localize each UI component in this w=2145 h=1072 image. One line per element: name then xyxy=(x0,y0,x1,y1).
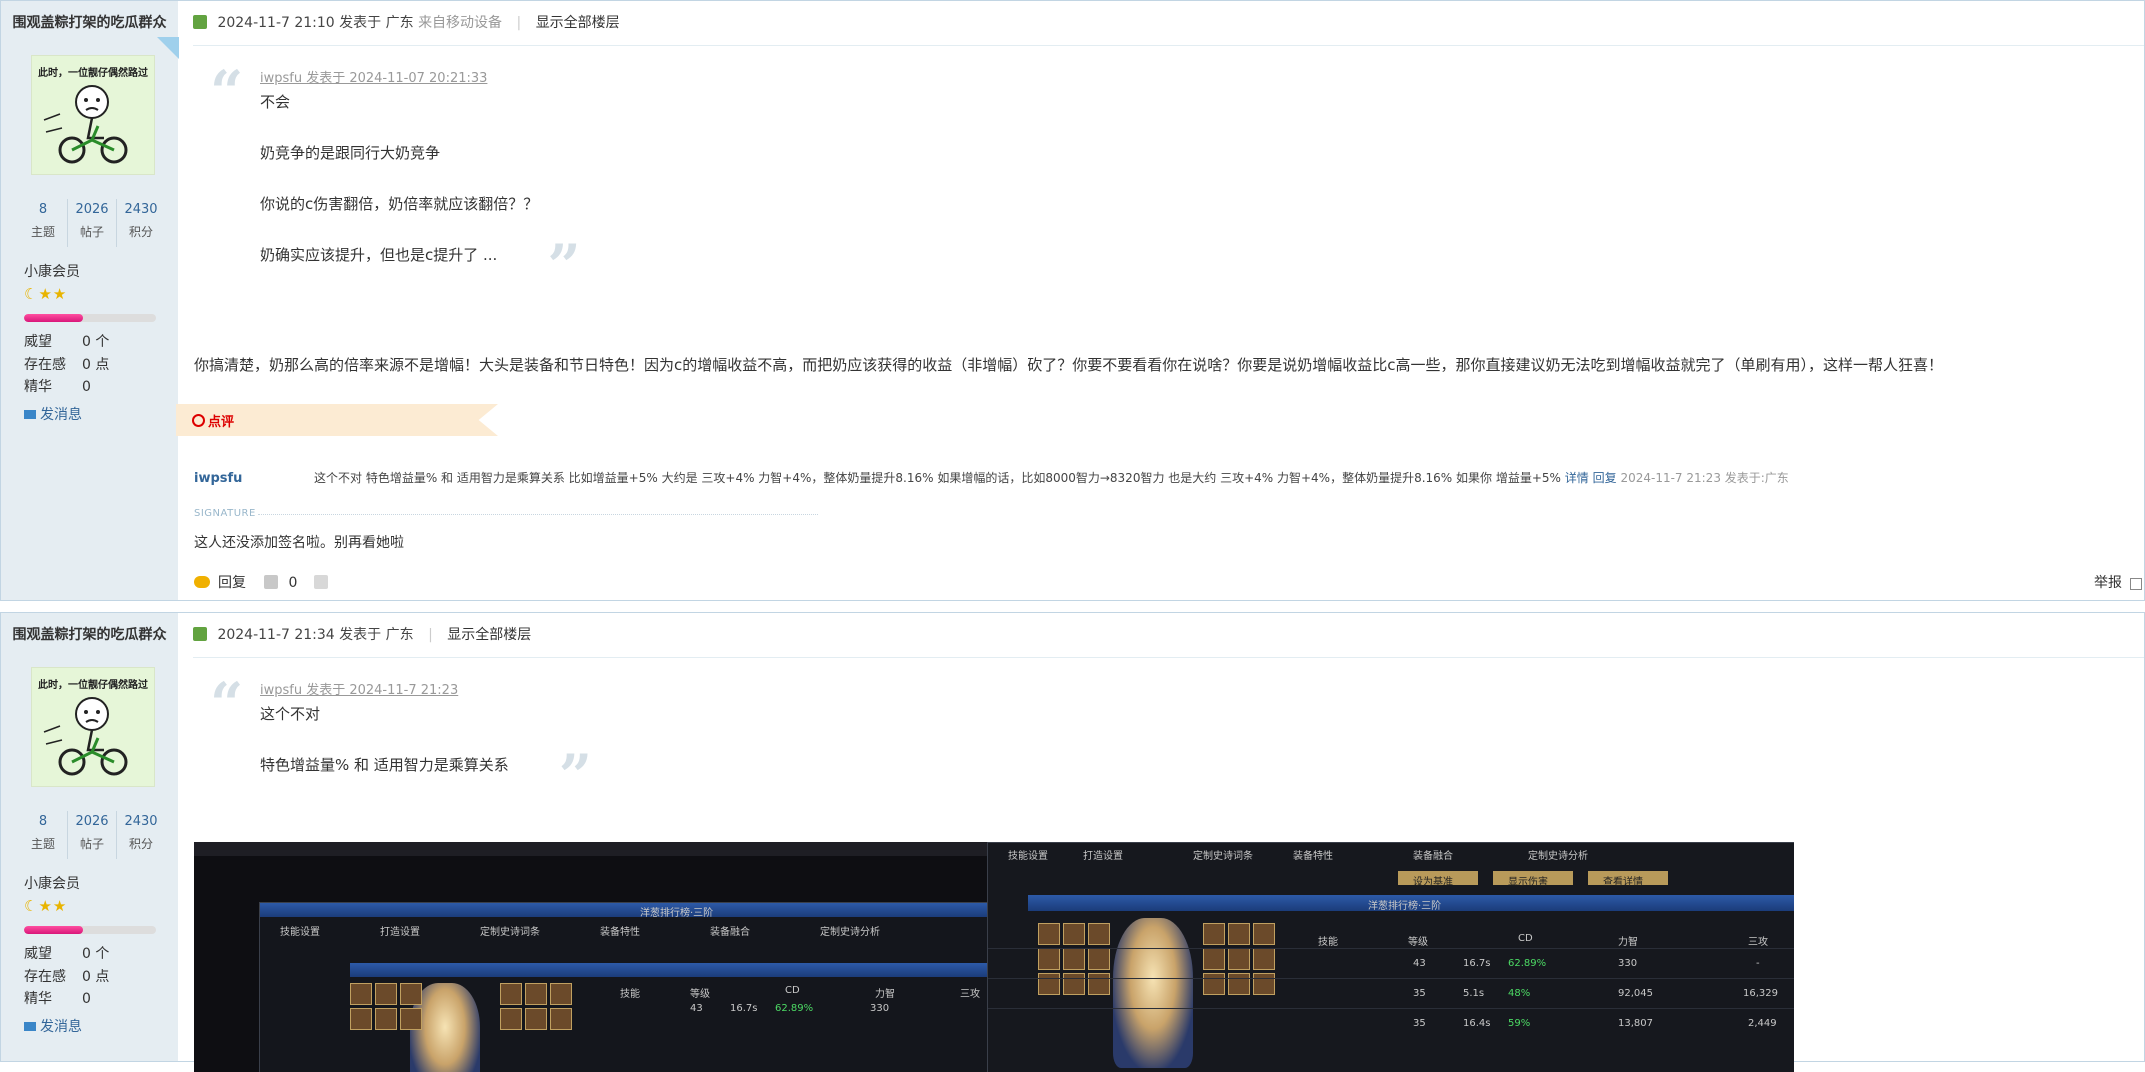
star-icon: ★ xyxy=(38,897,52,915)
like-count: 0 xyxy=(288,575,298,591)
author-stats: 8 主题 2026 帖子 2430 积分 xyxy=(19,811,165,859)
comment-user[interactable]: iwpsfu xyxy=(194,471,242,486)
comment-reply-link[interactable]: 回复 xyxy=(1593,471,1617,485)
avatar[interactable]: 此时，一位靓仔偶然路过 xyxy=(31,667,155,787)
user-status-icon xyxy=(193,15,207,29)
circle-icon xyxy=(192,414,205,427)
post-device: 来自移动设备 xyxy=(418,15,503,31)
quote-line: 你说的c伤害翻倍，奶倍率就应该翻倍？？ xyxy=(260,195,539,213)
avatar[interactable]: 此时，一位靓仔偶然路过 xyxy=(31,55,155,175)
envelope-icon xyxy=(24,410,36,419)
quote-line: 奶确实应该提升，但也是c提升了 ...” xyxy=(260,232,581,300)
post-location: 发表于 广东 xyxy=(339,15,414,31)
author-stats: 8 主题 2026 帖子 2430 积分 xyxy=(19,199,165,247)
author-sidebar: 围观盖粽打架的吃瓜群众 此时，一位靓仔偶然路过 8 主题 2026 帖子 2430 积… xyxy=(1,613,178,1061)
level-progress-bar xyxy=(24,926,156,934)
post-1: 围观盖粽打架的吃瓜群众 此时，一位靓仔偶然路过 8 主题 2026 帖子 2430 积… xyxy=(0,0,2145,601)
quote-line: 特色增益量% 和 适用智力是乘算关系” xyxy=(260,742,593,810)
show-all-floors-link[interactable]: 显示全部楼层 xyxy=(536,15,620,31)
reply-button[interactable]: 回复 xyxy=(218,575,246,591)
comment-detail-link[interactable]: 详情 xyxy=(1565,471,1589,485)
post-header: 2024-11-7 21:34 发表于 广东 | 显示全部楼层 xyxy=(193,613,2144,658)
avatar-caption: 此时，一位靓仔偶然路过 xyxy=(38,680,148,691)
quote-close-icon: ” xyxy=(547,232,581,300)
user-group[interactable]: 小康会员 xyxy=(24,873,80,893)
field-presence: 存在感 0 点 xyxy=(24,969,110,985)
stat-posts[interactable]: 2026 帖子 xyxy=(68,199,117,247)
post-2: 围观盖粽打架的吃瓜群众 此时，一位靓仔偶然路过 8 主题 2026 帖子 2430 积… xyxy=(0,612,2145,1072)
post-content: 2024-11-7 21:34 发表于 广东 | 显示全部楼层 “ iwpsfu… xyxy=(178,613,2144,1072)
attached-image[interactable]: 洋葱排行榜·三阶 技能设置 打造设置 定制史诗词条 装备特性 装备融合 定制史诗… xyxy=(194,842,1794,1072)
quote-author-link[interactable]: iwpsfu 发表于 2024-11-7 21:23 xyxy=(260,681,592,701)
field-prestige: 威望 0 个 xyxy=(24,334,110,350)
field-prestige: 威望 0 个 xyxy=(24,946,110,962)
quote-line: 这个不对 xyxy=(260,705,321,723)
star-icon: ★ xyxy=(52,897,67,915)
quote-author-link[interactable]: iwpsfu 发表于 2024-11-07 20:21:33 xyxy=(260,69,581,89)
send-message-link[interactable]: 发消息 xyxy=(24,1016,82,1036)
star-icon: ★ xyxy=(38,285,52,303)
field-digest: 精华 0 xyxy=(24,991,91,1007)
image-window-left: 洋葱排行榜·三阶 技能设置 打造设置 定制史诗词条 装备特性 装备融合 定制史诗… xyxy=(259,902,996,1072)
star-icon: ★ xyxy=(52,285,67,303)
signature-divider xyxy=(258,514,818,515)
show-all-floors-link[interactable]: 显示全部楼层 xyxy=(447,627,531,643)
field-digest: 精华 0 xyxy=(24,379,91,395)
moon-icon: ☾ xyxy=(24,285,38,303)
thumbs-up-icon[interactable] xyxy=(264,575,279,589)
user-group[interactable]: 小康会员 xyxy=(24,261,80,281)
reply-icon[interactable] xyxy=(194,576,210,588)
post-header: 2024-11-7 21:10 发表于 广东 来自移动设备 | 显示全部楼层 xyxy=(193,1,2144,46)
quote-close-icon: ” xyxy=(558,742,593,810)
stat-posts[interactable]: 2026 帖子 xyxy=(68,811,117,859)
level-progress-fill xyxy=(24,314,84,322)
quote-line: 奶竞争的是跟同行大奶竞争 xyxy=(260,144,441,162)
author-name[interactable]: 围观盖粽打架的吃瓜群众 xyxy=(1,613,178,657)
quote-open-icon: “ xyxy=(210,670,244,738)
quote-open-icon: “ xyxy=(210,58,244,126)
signature-text: 这人还没添加签名啦。别再看她啦 xyxy=(194,535,404,551)
envelope-icon xyxy=(24,1022,36,1031)
cyclist-icon xyxy=(43,85,128,164)
post-actions: 回复 0 xyxy=(194,572,328,592)
report-link[interactable]: 举报 xyxy=(2094,572,2142,592)
author-sidebar: 围观盖粽打架的吃瓜群众 此时，一位靓仔偶然路过 8 主题 2026 帖子 2430 积… xyxy=(1,1,179,600)
post-content: 2024-11-7 21:10 发表于 广东 来自移动设备 | 显示全部楼层 “… xyxy=(176,1,2144,600)
field-presence: 存在感 0 点 xyxy=(24,357,110,373)
quote-line: 不会 xyxy=(260,93,291,111)
stat-points[interactable]: 2430 积分 xyxy=(117,199,165,247)
signature-label: SIGNATURE xyxy=(194,508,256,519)
stat-threads[interactable]: 8 主题 xyxy=(19,199,68,247)
level-progress-fill xyxy=(24,926,84,934)
comment-text: 这个不对 特色增益量% 和 适用智力是乘算关系 比如增益量+5% 大约是 三攻+… xyxy=(314,471,1789,485)
send-message-link[interactable]: 发消息 xyxy=(24,404,82,424)
post-datetime: 2024-11-7 21:10 xyxy=(217,15,335,31)
stat-points[interactable]: 2430 积分 xyxy=(117,811,165,859)
comment-date: 2024-11-7 21:23 发表于:广东 xyxy=(1620,471,1789,485)
post-datetime: 2024-11-7 21:34 xyxy=(217,627,335,643)
rank-stars: ☾★★ xyxy=(24,897,67,915)
avatar-caption: 此时，一位靓仔偶然路过 xyxy=(38,68,148,79)
stat-threads[interactable]: 8 主题 xyxy=(19,811,68,859)
thumbs-down-icon[interactable] xyxy=(313,575,328,589)
user-status-icon xyxy=(193,627,207,641)
post-location: 发表于 广东 xyxy=(339,627,414,643)
rank-stars: ☾★★ xyxy=(24,285,67,303)
moon-icon: ☾ xyxy=(24,897,38,915)
author-name[interactable]: 围观盖粽打架的吃瓜群众 xyxy=(1,1,178,45)
cyclist-icon xyxy=(43,697,128,776)
select-checkbox[interactable] xyxy=(2130,578,2142,590)
level-progress-bar xyxy=(24,314,156,322)
image-window-right: 技能设置 打造设置 定制史诗词条 装备特性 装备融合 定制史诗分析 设为基准 显… xyxy=(987,842,1794,1072)
dianping-tag: 点评 xyxy=(176,404,498,436)
post-body: 你搞清楚，奶那么高的倍率来源不是增幅！大头是装备和节日特色！因为c的增幅收益不高… xyxy=(194,356,1944,374)
online-corner-icon xyxy=(157,37,179,59)
